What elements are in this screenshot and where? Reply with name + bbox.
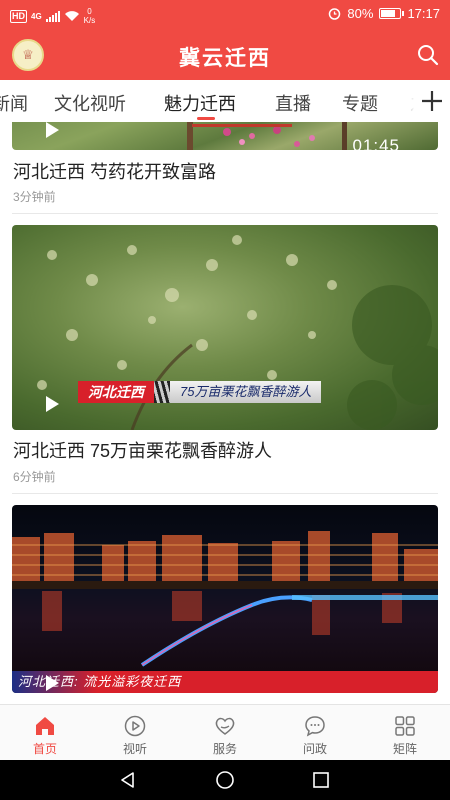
- play-icon: [46, 396, 59, 412]
- caption-location: 河北迁西: [78, 381, 154, 403]
- home-icon: [36, 717, 54, 735]
- add-channel-button[interactable]: [400, 80, 450, 122]
- caption-divider: [154, 381, 170, 403]
- clock: 17:17: [407, 6, 440, 21]
- news-title[interactable]: 河北迁西 芍药花开致富路: [13, 158, 216, 184]
- video-caption-overlay: 河北迁西 75万亩栗花飘香醉游人: [78, 381, 322, 403]
- play-circle-icon: [124, 715, 146, 737]
- app-title: 冀云迁西: [179, 47, 271, 70]
- video-thumbnail[interactable]: 河北迁西: 流光溢彩夜迁西: [12, 505, 438, 693]
- bottom-navigation: 首页 视听 服务 问政 矩阵: [0, 704, 450, 760]
- caption-headline: 75万亩栗花飘香醉游人: [170, 381, 322, 403]
- nav-matrix-label: 矩阵: [392, 742, 417, 756]
- wifi-icon: [64, 11, 79, 21]
- cell-signal-icon: [45, 10, 60, 22]
- video-duration: 01:45: [352, 136, 400, 150]
- back-icon[interactable]: [118, 770, 138, 790]
- home-circle-icon[interactable]: [215, 770, 235, 790]
- net-speed-value: 0: [87, 7, 92, 16]
- divider: [12, 213, 438, 214]
- plus-icon: [422, 91, 442, 111]
- grid-icon: [395, 716, 415, 736]
- app-header: ♕ 冀云迁西: [0, 30, 450, 80]
- tab-live[interactable]: 直播: [275, 90, 311, 116]
- tab-charm-qianxi[interactable]: 魅力迁西: [164, 90, 236, 116]
- nav-home[interactable]: 首页: [0, 705, 90, 760]
- news-item[interactable]: 河北迁西: 流光溢彩夜迁西: [12, 505, 438, 704]
- video-thumbnail[interactable]: 01:45: [12, 122, 438, 150]
- battery-icon: [379, 8, 405, 19]
- tab-special[interactable]: 专题: [342, 90, 378, 116]
- play-icon: [46, 675, 59, 691]
- tab-culture-media[interactable]: 文化视听: [54, 90, 126, 116]
- video-thumbnail[interactable]: 河北迁西 75万亩栗花飘香醉游人: [12, 225, 438, 430]
- news-feed[interactable]: 01:45 河北迁西 芍药花开致富路 3分钟前 河北迁西 75万亩栗花飘香醉游人: [0, 122, 450, 704]
- video-caption-overlay: 河北迁西: 流光溢彩夜迁西: [12, 671, 438, 693]
- net-speed: 0 K/s: [84, 7, 96, 25]
- nav-inquiry-label: 问政: [302, 742, 327, 756]
- active-tab-indicator: [197, 117, 215, 120]
- news-time: 3分钟前: [13, 190, 56, 204]
- signal-label: 4G: [31, 11, 42, 21]
- recents-icon[interactable]: [311, 770, 331, 790]
- tab-news[interactable]: 新闻: [0, 90, 28, 116]
- battery-percent: 80%: [347, 6, 374, 21]
- net-speed-unit: K/s: [83, 16, 96, 25]
- chat-icon: [305, 716, 325, 737]
- nav-matrix[interactable]: 矩阵: [360, 705, 450, 760]
- nav-service[interactable]: 服务: [180, 705, 270, 760]
- news-title[interactable]: 河北迁西 75万亩栗花飘香醉游人: [13, 437, 272, 463]
- nav-home-label: 首页: [32, 742, 57, 756]
- news-item[interactable]: 01:45 河北迁西 芍药花开致富路 3分钟前: [12, 122, 438, 222]
- system-navigation-bar: [0, 760, 450, 800]
- news-item[interactable]: 河北迁西 75万亩栗花飘香醉游人 河北迁西 75万亩栗花飘香醉游人 6分钟前: [12, 225, 438, 485]
- heart-icon: [215, 717, 235, 735]
- hd-indicator: HD: [10, 9, 27, 23]
- alarm-icon: [329, 8, 341, 20]
- channel-tabs: 新闻 文化视听 魅力迁西 直播 专题 之: [0, 80, 450, 122]
- nav-media-label: 视听: [122, 742, 147, 756]
- play-icon: [46, 122, 59, 138]
- nav-service-label: 服务: [212, 742, 237, 756]
- divider: [12, 493, 438, 494]
- news-time: 6分钟前: [13, 470, 56, 484]
- nav-inquiry[interactable]: 问政: [270, 705, 360, 760]
- night-city-image: [12, 531, 438, 667]
- status-bar: HD 4G 0 K/s 80% 17:17: [0, 0, 450, 30]
- battery-fill: [381, 10, 396, 17]
- nav-media[interactable]: 视听: [90, 705, 180, 760]
- search-icon[interactable]: [416, 43, 440, 67]
